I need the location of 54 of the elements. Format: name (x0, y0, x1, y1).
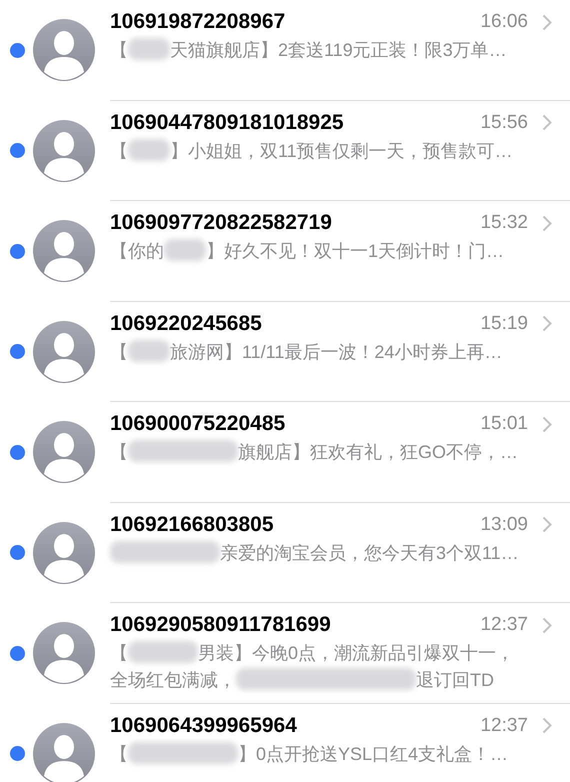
chevron-icon (542, 214, 552, 232)
message-time: 12:37 (480, 614, 528, 636)
redaction-blur (128, 38, 170, 60)
message-time: 16:06 (480, 11, 528, 33)
avatar-icon (33, 19, 95, 82)
message-time: 13:09 (480, 514, 528, 536)
chevron-icon (542, 14, 552, 30)
message-preview: 【 (110, 744, 128, 764)
message-preview: 】好久不见！双十一1天倒计时！门… (206, 241, 504, 261)
message-preview: 旗舰店】狂欢有礼，狂GO不停，… (238, 442, 518, 462)
message-time: 15:01 (480, 413, 528, 435)
message-time: 15:32 (480, 212, 528, 234)
message-preview: 旅游网】11/11最后一波！24小时券上再… (170, 342, 502, 362)
message-preview: 【 (110, 643, 128, 663)
chevron-icon (542, 416, 552, 432)
redaction-blur (128, 340, 170, 362)
sender-number: 1069290580911781699 (110, 613, 332, 637)
avatar-icon (33, 722, 95, 782)
sender-number: 1069097720822582719 (110, 211, 333, 235)
chevron-icon (542, 516, 552, 533)
avatar-icon (33, 120, 95, 182)
message-preview: 天猫旗舰店】2套送119元正装！限3万单… (170, 40, 507, 60)
sender-number: 106919872208967 (110, 10, 286, 34)
message-preview: 退订回TD (416, 670, 494, 690)
chevron-icon (542, 717, 552, 734)
sender-number: 1069064399965964 (110, 714, 298, 738)
chevron-icon (542, 616, 552, 634)
sender-number: 1069220245685 (110, 312, 263, 336)
sender-number: 106900075220485 (110, 412, 286, 436)
message-preview: 【 (110, 342, 128, 362)
redaction-blur (164, 239, 206, 261)
message-preview: 男装】今晚0点，潮流新品引爆双十一， (198, 643, 514, 663)
message-preview: 全场红包满减， (110, 670, 236, 690)
avatar-icon (33, 421, 95, 484)
message-preview: 【 (110, 442, 128, 462)
chevron-icon (542, 114, 552, 131)
redaction-blur (128, 641, 198, 663)
message-time: 12:37 (480, 714, 528, 736)
message-preview: 【你的 (110, 241, 164, 261)
message-preview: 【 (110, 140, 128, 160)
message-preview: 【 (110, 40, 128, 60)
redaction-blur (128, 138, 170, 160)
avatar-icon (33, 522, 95, 584)
message-preview: 】小姐姐，双11预售仅剩一天，预售款可… (170, 140, 513, 160)
avatar-icon (33, 320, 95, 383)
message-time: 15:19 (480, 312, 528, 334)
chevron-icon (542, 315, 552, 332)
sender-number: 10692166803805 (110, 512, 275, 536)
avatar-icon (33, 220, 95, 282)
avatar-icon (33, 622, 95, 684)
sender-number: 10690447809181018925 (110, 110, 345, 134)
message-preview: 】0点开抢送YSL口红4支礼盒！… (238, 744, 508, 764)
message-preview: 亲爱的淘宝会员，您今天有3个双11… (220, 542, 519, 562)
message-time: 15:56 (480, 112, 528, 134)
